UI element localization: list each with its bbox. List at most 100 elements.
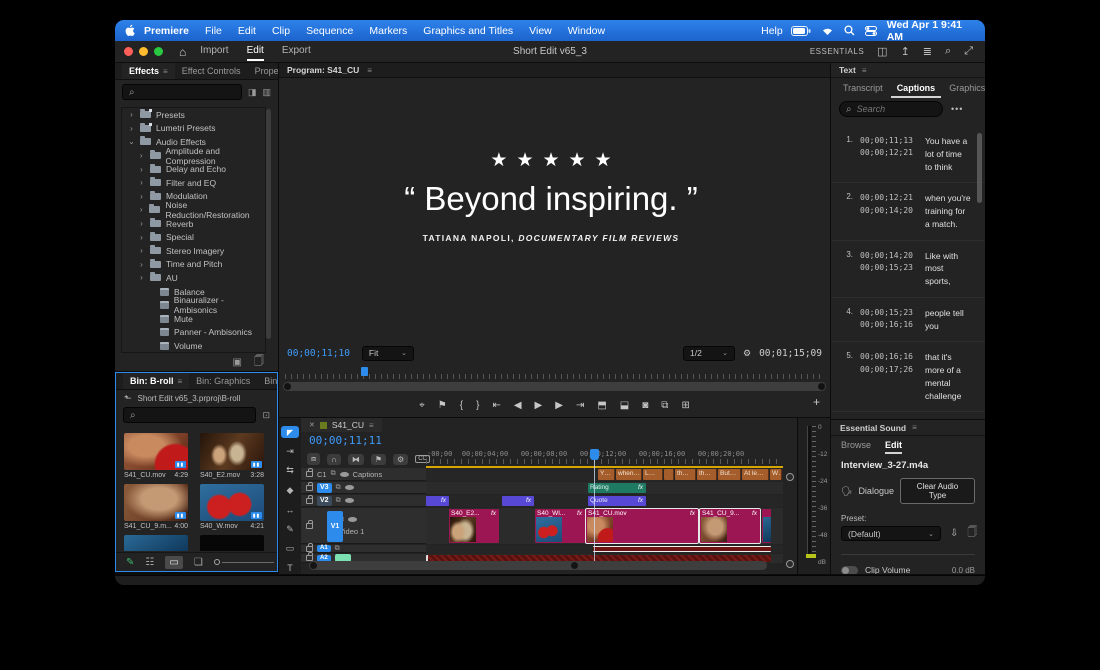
tree-item-panner-ambisonics[interactable]: Panner - Ambisonics [122,326,265,340]
timeline-clip-quote[interactable]: Quotefx [588,496,646,506]
sync-lock-icon[interactable]: ⧉ [336,484,341,492]
tab-bin-graphics[interactable]: Bin: Graphics [189,373,257,389]
delete-icon[interactable]: 🗍 [254,354,264,371]
track-target-v2[interactable]: V2 [317,496,332,506]
track-select-forward-tool[interactable]: ⇥ [281,445,299,457]
track-header-v1[interactable]: V1 ⧉ Video 1 [301,508,426,544]
timeline-clip-w[interactable]: W… [770,469,782,480]
timeline-clip-s41cu9[interactable]: S41_CU_9...fx [700,509,760,543]
menu-window[interactable]: Window [560,25,613,37]
tree-item-stereo-imagery[interactable]: ›Stereo Imagery [122,244,265,258]
timeline-clip[interactable]: fx [502,496,534,506]
workspaces-label[interactable]: ESSENTIALS [810,47,864,56]
tab-transcript[interactable]: Transcript [837,78,889,98]
lock-icon[interactable] [306,523,313,529]
tree-item-lumetri-presets[interactable]: ›Lumetri Presets [122,122,265,136]
panel-menu-icon[interactable]: ≡ [367,66,372,75]
search-clock-icon[interactable]: ⌕ [945,45,951,58]
program-current-timecode[interactable]: 00;00;11;10 [287,348,350,359]
audio-effects-filter-icon[interactable]: ▥ [262,87,271,98]
bin-clip[interactable] [124,535,188,551]
timeline-settings-icon[interactable]: ⚙ [393,454,408,465]
track-visibility-icon[interactable] [345,485,354,490]
caption-row[interactable]: 5.00;00;16;1600;00;17;26that it's more o… [831,342,985,412]
timeline-vertical-scrollbar[interactable] [786,473,794,568]
tree-item-amplitude-and-compression[interactable]: ›Amplitude and Compression [122,149,265,163]
tab-properties[interactable]: Properties [248,63,278,79]
snap-icon[interactable]: ∩ [327,454,341,465]
quick-export-icon[interactable]: ↥ [901,45,910,58]
expand-chevron[interactable]: › [138,192,145,201]
caption-row[interactable]: 3.00;00;14;2000;00;15;23Like with most s… [831,241,985,298]
track-header-v2[interactable]: V2 ⧉ [301,495,426,507]
ripple-edit-tool[interactable]: ⇆ [281,465,299,477]
captions-search-input[interactable]: ⌕ Search [839,101,943,117]
expand-chevron[interactable]: › [128,110,135,119]
track-visibility-icon[interactable] [348,517,357,522]
caption-row[interactable]: 2.00;00;12;2100;00;14;20when you're trai… [831,183,985,240]
button-editor-add[interactable]: + [813,395,820,409]
multicam-icon[interactable]: ⊞ [681,400,689,411]
lock-icon[interactable] [306,498,313,504]
step-forward-icon[interactable]: ▶ [555,400,563,411]
zoom-level-dropdown[interactable]: Fit⌄ [362,346,414,361]
settings-wrench-icon[interactable]: ⚙ [743,348,751,359]
menu-view[interactable]: View [521,25,560,37]
tree-item-volume[interactable]: Volume [122,339,265,353]
expand-chevron[interactable]: › [138,178,145,187]
lift-icon[interactable]: ⬒ [597,400,606,411]
panel-menu-icon[interactable]: ≡ [163,67,168,76]
caption-text[interactable]: when you're training for a match. [925,192,979,230]
timeline-clip[interactable] [593,546,771,552]
go-to-in-icon[interactable]: ⇤ [492,400,500,411]
close-window-button[interactable] [124,47,133,56]
clear-audio-type-button[interactable]: Clear Audio Type [900,478,975,504]
tab-captions[interactable]: Captions [891,78,942,98]
home-icon[interactable]: ⌂ [173,45,200,59]
export-frame-icon[interactable]: ◙ [642,400,648,411]
panel-menu-icon[interactable]: ≡ [178,377,183,386]
menubar-clock[interactable]: Wed Apr 1 9:41 AM [887,20,975,43]
panel-menu-icon[interactable]: ≡ [862,66,867,75]
clip-thumbnail[interactable] [124,535,188,551]
stacked-panels-icon[interactable]: ≣ [923,45,932,58]
play-icon[interactable]: ▶ [535,400,543,411]
expand-chevron[interactable]: › [138,151,145,160]
panel-menu-icon[interactable]: ≡ [912,423,917,432]
nav-export[interactable]: Export [282,42,311,61]
track-target-v1[interactable]: V1 [327,511,343,542]
tab-browse[interactable]: Browse [841,440,871,454]
type-tool[interactable]: T [281,562,299,574]
tab-edit[interactable]: Edit [885,440,902,454]
v3-track-lane[interactable]: Ratingfx [426,482,783,494]
timeline-clip-rating[interactable]: Ratingfx [588,483,646,493]
close-sequence-icon[interactable]: ✕ [309,421,315,429]
control-center-icon[interactable] [865,26,877,36]
menu-clip[interactable]: Clip [264,25,298,37]
track-target-v3[interactable]: V3 [317,483,332,493]
add-marker-icon[interactable]: ⚑ [371,454,386,465]
freeform-view-icon[interactable]: ❏ [194,557,203,568]
timeline-clip-s40wl[interactable]: S40_Wl...fx [535,509,585,543]
tab-bin-audi[interactable]: Bin: Audi [257,373,278,389]
spotlight-search-icon[interactable] [844,25,855,36]
lock-icon[interactable] [306,546,313,552]
tree-item-time-and-pitch[interactable]: ›Time and Pitch [122,258,265,272]
menu-edit[interactable]: Edit [230,25,264,37]
panel-menu-icon[interactable]: ≡ [369,421,374,430]
playback-resolution-dropdown[interactable]: 1/2⌄ [683,346,735,361]
caption-row[interactable]: 4.00;00;15;2300;00;16;16people tell you [831,298,985,343]
clip-thumbnail[interactable]: ▮▮ [200,433,264,470]
track-header-c1[interactable]: C1 ⧉ Captions [301,468,426,481]
expand-chevron[interactable]: › [138,246,145,255]
icon-view-icon[interactable]: ▭ [165,556,182,569]
sync-lock-icon[interactable]: ⧉ [331,470,336,478]
tab-effects[interactable]: Effects≡ [122,63,175,79]
find-marker-icon[interactable]: ⌖ [419,400,425,411]
program-video-frame[interactable]: ★★★★★ “ Beyond inspiring. ” TATIANA NAPO… [321,83,781,338]
expand-chevron[interactable]: › [138,205,144,214]
accelerated-effects-icon[interactable]: ◨ [248,87,257,98]
fullscreen-icon[interactable]: ⤢ [964,45,973,58]
expand-chevron[interactable]: › [138,273,145,282]
track-header-v3[interactable]: V3 ⧉ [301,482,426,494]
